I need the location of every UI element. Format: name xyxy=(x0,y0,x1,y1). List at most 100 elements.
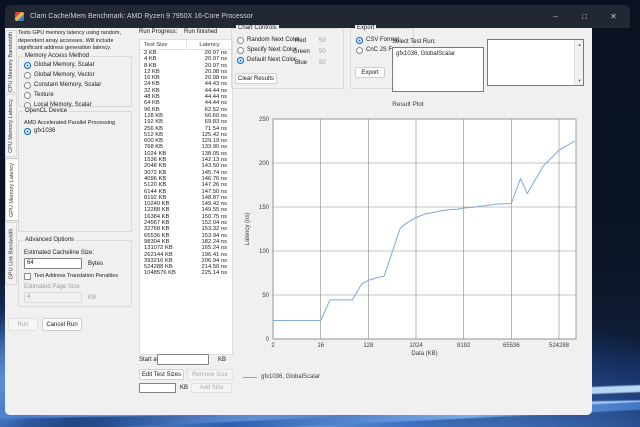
group-label: Export xyxy=(355,25,377,32)
add-size-button[interactable]: Add Size xyxy=(191,383,232,393)
radio-icon xyxy=(24,127,31,135)
test-description: Tests GPU memory latency using random, d… xyxy=(18,30,122,51)
cancel-run-button[interactable]: Cancel Run xyxy=(42,318,82,331)
remove-size-button[interactable]: Remove Size xyxy=(187,369,233,380)
group-label: Chart Controls xyxy=(236,25,279,32)
start-at-input[interactable] xyxy=(157,354,209,365)
radio-default-next-color[interactable]: Default Next Color xyxy=(233,55,297,65)
run-button[interactable]: Run xyxy=(8,318,38,331)
group-label: OpenCL Device xyxy=(23,108,70,115)
result-row[interactable]: 1048576 KB 225.14 ns xyxy=(140,270,232,276)
y-tick-label: 50 xyxy=(262,293,269,299)
radio-icon xyxy=(237,56,244,64)
x-tick-label: 8192 xyxy=(457,343,471,349)
radio-global-memory-scalar[interactable]: Global Memory, Scalar xyxy=(20,60,130,70)
y-tick-label: 200 xyxy=(259,161,270,167)
tab-cpu-memory-bandwidth[interactable]: CPU Memory Bandwidth xyxy=(5,30,17,93)
y-tick-label: 100 xyxy=(259,249,270,255)
run-progress-status: Run finished xyxy=(184,29,218,35)
add-size-unit-label: KB xyxy=(180,385,189,391)
tab-cpu-memory-latency[interactable]: CPU Memory Latency xyxy=(5,94,17,157)
export-button[interactable]: Export xyxy=(355,67,385,78)
x-tick-label: 128 xyxy=(363,343,374,349)
tab-gpu-link-bandwidth[interactable]: GPU Link Bandwidth xyxy=(5,222,17,285)
radio-label: Random Next Color xyxy=(247,37,300,43)
chart-x-axis-label: Data (KB) xyxy=(411,351,438,357)
window-titlebar[interactable]: Clam Cache/Mem Benchmark: AMD Ryzen 9 79… xyxy=(5,5,630,28)
page-size-label: Estimated Page Size xyxy=(24,284,80,290)
tab-label: GPU Memory Latency xyxy=(9,162,16,217)
legend-label: gfx1036, GlobalScalar xyxy=(261,374,321,380)
select-test-run-listbox[interactable]: gfx1036, GlobalScalar xyxy=(392,47,484,92)
legend-line-sample xyxy=(243,376,257,378)
run-progress-label: Run Progress: xyxy=(139,29,178,35)
benchmark-tab-strip: CPU Memory Bandwidth CPU Memory Latency GP… xyxy=(5,30,19,286)
x-tick-label: 2 xyxy=(271,343,275,349)
green-value: 50 xyxy=(319,49,326,55)
clear-results-button[interactable]: Clear Results xyxy=(235,73,277,84)
page-size-input[interactable]: 4 xyxy=(24,292,82,303)
export-runs-listbox[interactable]: ▲ ▼ xyxy=(487,39,584,86)
address-translation-row: Test Address Translation Penalties xyxy=(24,272,118,280)
memory-access-options: Global Memory, Scalar Global Memory, Vect… xyxy=(20,60,130,110)
radio-icon xyxy=(24,71,31,79)
start-at-unit-label: KB xyxy=(218,357,227,363)
plot-area xyxy=(273,119,576,339)
blue-value: 50 xyxy=(319,60,326,66)
x-tick-label: 16 xyxy=(317,343,324,349)
radio-global-memory-vector[interactable]: Global Memory, Vector xyxy=(20,70,130,80)
radio-random-next-color[interactable]: Random Next Color xyxy=(233,35,300,45)
red-label: Red xyxy=(295,38,307,44)
green-label: Green xyxy=(293,49,310,55)
radio-icon xyxy=(237,36,244,44)
radio-icon xyxy=(356,46,363,54)
y-tick-label: 0 xyxy=(266,337,270,343)
select-test-run-label: Select Test Run: xyxy=(392,39,436,45)
radio-texture[interactable]: Texture xyxy=(20,90,130,100)
radio-label: Default Next Color xyxy=(247,57,297,63)
minimize-button[interactable]: – xyxy=(541,5,570,28)
blue-label: Blue xyxy=(295,60,308,66)
radio-label: Global Memory, Scalar xyxy=(34,62,95,68)
results-header: Test Size Latency xyxy=(140,39,232,50)
opencl-device-group: OpenCL Device AMD Accelerated Parallel P… xyxy=(18,108,132,232)
group-label: Memory Access Method xyxy=(23,53,92,60)
cacheline-unit-label: Bytes xyxy=(88,261,104,267)
radio-label: Constant Memory, Scalar xyxy=(34,82,102,88)
radio-label: Global Memory, Vector xyxy=(34,72,95,78)
screen: Clam Cache/Mem Benchmark: AMD Ryzen 9 79… xyxy=(0,0,640,427)
tab-label: GPU Link Bandwidth xyxy=(8,228,14,279)
radio-specify-next-color[interactable]: Specify Next Color xyxy=(233,45,297,55)
column-header-latency[interactable]: Latency xyxy=(187,42,232,48)
tab-label: CPU Memory Latency xyxy=(8,98,15,153)
chart-legend: gfx1036, GlobalScalar xyxy=(243,374,320,380)
tab-gpu-memory-latency[interactable]: GPU Memory Latency xyxy=(5,158,19,221)
radio-gfx1036[interactable]: gfx1036 xyxy=(20,126,130,136)
scroll-down-icon[interactable]: ▼ xyxy=(575,76,584,85)
radio-label: gfx1036 xyxy=(34,128,56,134)
radio-constant-memory-scalar[interactable]: Constant Memory, Scalar xyxy=(20,80,130,90)
radio-icon xyxy=(24,61,31,69)
group-label: Advanced Options xyxy=(23,237,77,244)
x-tick-label: 65536 xyxy=(503,343,520,349)
scroll-up-icon[interactable]: ▲ xyxy=(575,40,584,49)
app-icon xyxy=(15,12,24,21)
test-run-item[interactable]: gfx1036, GlobalScalar xyxy=(393,48,483,58)
opencl-device-options: gfx1036 xyxy=(20,126,130,136)
add-size-input[interactable] xyxy=(139,383,176,393)
x-tick-label: 1024 xyxy=(409,343,423,349)
column-header-test-size[interactable]: Test Size xyxy=(140,39,187,50)
radio-icon xyxy=(237,46,244,54)
address-translation-checkbox[interactable] xyxy=(24,272,31,280)
y-tick-label: 250 xyxy=(259,117,270,123)
maximize-button[interactable]: □ xyxy=(570,5,599,28)
address-translation-label: Test Address Translation Penalties xyxy=(34,273,119,279)
listbox-scrollbar[interactable]: ▲ ▼ xyxy=(574,40,583,85)
edit-test-sizes-button[interactable]: Edit Test Sizes xyxy=(139,369,184,380)
close-button[interactable]: ✕ xyxy=(599,5,628,28)
result-latency: 225.14 ns xyxy=(201,270,227,277)
radio-label: Texture xyxy=(34,92,54,98)
results-rows: 2 KB 20.97 ns 4 KB 20.97 ns 8 KB 20.97 ns 12 K… xyxy=(140,50,232,277)
cacheline-size-input[interactable]: 64 xyxy=(24,258,82,269)
next-color-options: Random Next Color Specify Next Color Defau… xyxy=(233,35,300,65)
